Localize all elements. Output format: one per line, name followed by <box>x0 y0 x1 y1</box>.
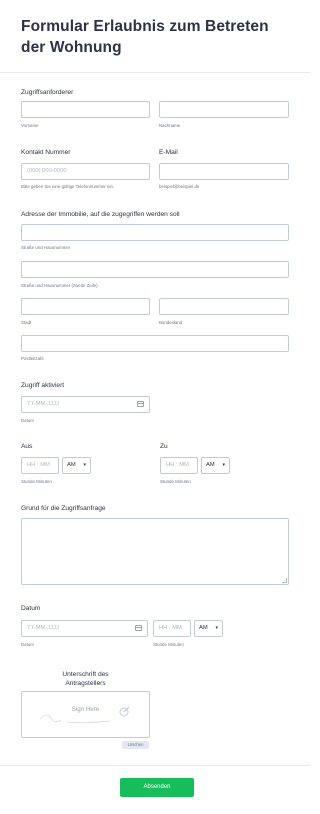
date-time-sublabel: Stunde Minuten <box>153 642 184 647</box>
to-label: Zu <box>160 443 168 450</box>
city-sublabel: Stadt <box>21 320 32 325</box>
requester-label: Zugriffsanforderer <box>21 89 74 96</box>
phone-placeholder: (000) 000-0000 <box>27 168 67 174</box>
to-ampm-select[interactable]: AM ▾ <box>201 457 230 474</box>
street2-input[interactable] <box>21 261 289 278</box>
to-ampm-value: AM <box>206 462 215 468</box>
reason-textarea[interactable] <box>21 518 289 585</box>
date-ampm-value: AM <box>199 625 208 631</box>
date-input[interactable]: TT-MM-JJJJ <box>21 620 148 637</box>
zip-sublabel: Postleitzahl <box>21 356 44 361</box>
chevron-down-icon: ▾ <box>83 462 86 468</box>
date-time-placeholder: HH : MM <box>159 625 182 631</box>
street2-sublabel: Straße und Hausnummer (zweite Zeile) <box>21 283 98 288</box>
date-sublabel: Datum <box>21 642 34 647</box>
from-time-placeholder: HH : MM <box>27 462 50 468</box>
state-input[interactable] <box>159 298 289 315</box>
clear-signature-button[interactable]: Löschen <box>122 741 149 749</box>
zip-input[interactable] <box>21 335 289 352</box>
signature-label: Unterschrift des Antragstellers <box>21 670 150 688</box>
last-name-sublabel: Nachname <box>159 123 181 128</box>
from-ampm-select[interactable]: AM ▾ <box>62 457 91 474</box>
street-input[interactable] <box>21 224 289 241</box>
street-sublabel: Straße und Hausnummer <box>21 245 71 250</box>
email-input[interactable] <box>159 163 289 180</box>
access-date-input[interactable]: TT-MM-JJJJ <box>21 396 150 413</box>
email-sublabel: beispiel@beispiel.de <box>159 184 200 189</box>
address-label: Adresse der Immobilie, auf die zugegriff… <box>21 211 180 218</box>
first-name-sublabel: Vorname <box>21 123 39 128</box>
contact-label: Kontakt Nummer <box>21 149 71 156</box>
from-ampm-value: AM <box>67 462 76 468</box>
phone-input[interactable]: (000) 000-0000 <box>21 163 150 180</box>
first-name-input[interactable] <box>21 101 150 118</box>
signature-label-line1: Unterschrift des <box>62 671 109 678</box>
access-date-placeholder: TT-MM-JJJJ <box>27 401 59 407</box>
date-placeholder: TT-MM-JJJJ <box>27 625 59 631</box>
from-time-input[interactable]: HH : MM <box>21 457 59 474</box>
chevron-down-icon: ▾ <box>222 462 225 468</box>
signature-pad[interactable]: Sign Here <box>21 691 150 738</box>
chevron-down-icon: ▾ <box>215 625 218 631</box>
submit-button[interactable]: Absenden <box>120 778 194 797</box>
reason-label: Grund für die Zugriffsanfrage <box>21 505 106 512</box>
pen-icon <box>119 706 130 717</box>
calendar-icon[interactable] <box>137 401 144 407</box>
to-time-placeholder: HH : MM <box>166 462 189 468</box>
state-sublabel: Bundesland <box>159 320 183 325</box>
date-label: Datum <box>21 605 41 612</box>
access-date-sublabel: Datum <box>21 418 34 423</box>
last-name-input[interactable] <box>159 101 289 118</box>
signature-label-line2: Antragstellers <box>65 680 106 687</box>
city-input[interactable] <box>21 298 150 315</box>
access-label: Zugriff aktiviert <box>21 382 65 389</box>
date-time-input[interactable]: HH : MM <box>153 620 191 637</box>
from-time-sublabel: Stunde Minuten <box>21 479 52 484</box>
form-title: Formular Erlaubnis zum Betreten der Wohn… <box>21 18 269 56</box>
phone-sublabel: Bitte geben Sie eine gültige Telefonnumm… <box>21 184 115 189</box>
date-ampm-select[interactable]: AM ▾ <box>194 620 223 637</box>
calendar-icon[interactable] <box>135 625 142 631</box>
header-divider <box>0 72 310 73</box>
to-time-input[interactable]: HH : MM <box>160 457 198 474</box>
footer-divider <box>0 765 310 766</box>
email-label: E-Mail <box>159 149 178 156</box>
from-label: Aus <box>21 443 33 450</box>
resize-handle[interactable] <box>282 578 287 583</box>
to-time-sublabel: Stunde Minuten <box>160 479 191 484</box>
